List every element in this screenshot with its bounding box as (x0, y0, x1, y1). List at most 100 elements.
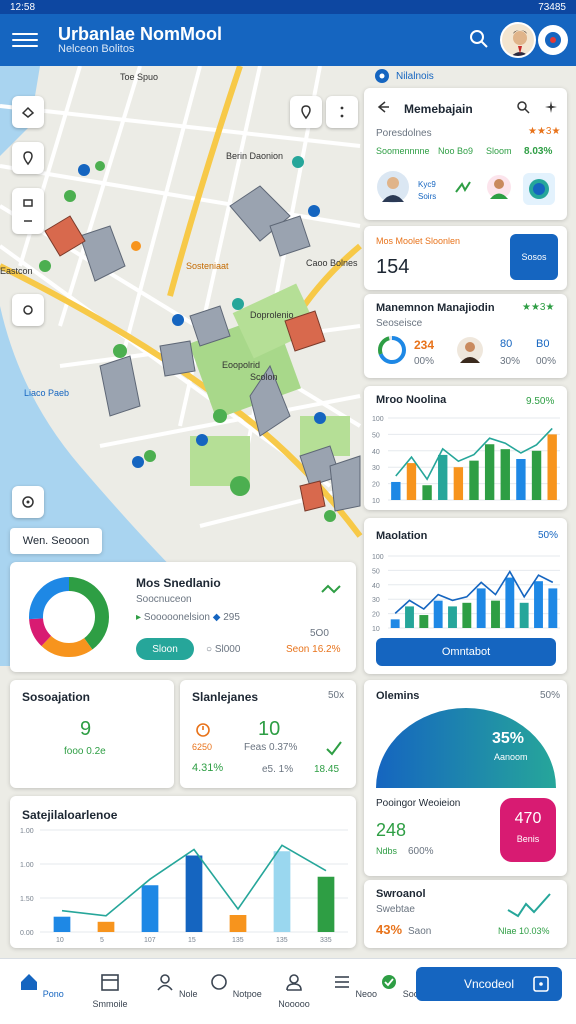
nav-label: Nole (179, 989, 198, 999)
location-pin-icon (23, 151, 33, 166)
management-subvalue-2: 30% (500, 356, 521, 367)
chart1-title: Mroo Noolina (376, 394, 447, 406)
menu-icon[interactable] (12, 27, 38, 53)
zoom-out-icon[interactable] (21, 216, 35, 226)
donut-card-row-value: 295 (223, 612, 240, 623)
bar (141, 885, 159, 932)
check-icon (326, 741, 342, 756)
app-bar: Urbanlae NomMool Nelceon Bolitos (0, 14, 576, 66)
management-subvalue-1: 00% (414, 356, 435, 367)
stat-card-a-title: Sosoajation (22, 690, 91, 704)
member-stat-2: Noo Bo9 (438, 146, 474, 156)
y-tick-label: 40 (372, 449, 380, 456)
chart3-title: Satejilaloarlenoe (22, 808, 118, 822)
target-icon (22, 496, 34, 508)
trend-line (394, 570, 554, 614)
bar (547, 434, 557, 500)
area-pill[interactable]: Wen. Seooon (10, 528, 102, 554)
stat-card-b-left1: 6250 (192, 742, 213, 752)
zoom-in-icon[interactable] (21, 196, 35, 210)
member-stat-4: 8.03% (524, 146, 553, 157)
donut-card-metric-label: Seon 16.2% (286, 644, 341, 655)
bar (462, 602, 472, 628)
summary-subtitle: Swebtae (376, 904, 415, 915)
member-card-title: Memebajain (404, 102, 473, 116)
bar (534, 581, 543, 628)
navigation-button[interactable] (12, 294, 44, 326)
sparkle-icon[interactable] (544, 100, 558, 114)
metric-card-button[interactable]: Sosos (510, 234, 558, 280)
x-tick-label: 135 (276, 937, 288, 944)
y-tick-label: 20 (372, 612, 380, 619)
search-icon[interactable] (516, 100, 530, 114)
chat-button[interactable] (538, 25, 568, 55)
management-card: Manemnon Manajiodin ★★3★ Seoseisce 234 0… (364, 294, 567, 378)
layers-icon (21, 106, 35, 118)
list-icon (334, 976, 349, 988)
nav-label: Notpoe (232, 989, 262, 999)
layers-button[interactable] (12, 96, 44, 128)
x-tick-label: 135 (232, 937, 244, 944)
primary-action-button[interactable]: Vncodeol (416, 967, 562, 1001)
zoom-control[interactable] (12, 188, 44, 234)
pin-icon (301, 105, 311, 120)
member-row-label-1: Kyc9 (418, 180, 436, 189)
olemins-badge[interactable]: 470 Benis (500, 798, 556, 862)
location-button[interactable] (12, 142, 44, 174)
bar (53, 916, 71, 932)
nav-menu[interactable]: Neoo (326, 971, 382, 999)
map-label: Berin Daonion (226, 151, 283, 161)
bar (419, 615, 429, 628)
location-badge-icon (375, 69, 389, 83)
donut-card-radio[interactable]: ○ Sl000 (206, 644, 240, 655)
recenter-button[interactable] (12, 486, 44, 518)
back-arrow-icon[interactable] (376, 100, 390, 114)
bar (531, 450, 542, 500)
bar (484, 444, 495, 500)
chart2-button[interactable]: Omntabot (376, 638, 556, 666)
primary-action-label: Vncodeol (463, 977, 515, 991)
nav-notes[interactable]: Nole (148, 971, 204, 999)
member-avatar-2[interactable] (486, 174, 512, 200)
bar (438, 454, 448, 500)
olemins-value-pct: 600% (408, 846, 434, 857)
bar-chart-3: 1.00 1.00 1.50 0.00 10 5 107 15 135 135 335 (20, 828, 348, 944)
member-stat-3: Sloom (486, 146, 512, 156)
metric-card-value: 154 (376, 256, 410, 278)
gauge-chart (376, 708, 556, 788)
home-icon (21, 974, 38, 990)
bar-chart-card-1: Mroo Noolina 9.50% 100 50 40 30 20 10 (364, 386, 567, 510)
member-avatar[interactable] (376, 170, 410, 204)
status-bar: 12:58 73485 (0, 0, 576, 14)
management-avatar[interactable] (456, 336, 484, 364)
stat-card-a-sub: fooo 0.2e (64, 746, 106, 757)
nav-schedule[interactable]: Smmoile (82, 971, 138, 1009)
member-avatar-3[interactable] (522, 172, 556, 206)
shield-check-icon (382, 975, 397, 989)
donut-card-metric: 5O0 (310, 628, 329, 639)
metric-card-label: Mos Moolet Sloonlen (376, 236, 461, 246)
management-value-1: 234 (414, 338, 435, 352)
nav-home[interactable]: Pono (13, 971, 69, 999)
pin-button[interactable] (290, 96, 322, 128)
nav-profile[interactable]: Nooooo (266, 971, 322, 1009)
donut-card-button[interactable]: Sloon (136, 638, 194, 660)
x-tick-label: 10 (56, 937, 64, 944)
bar-chart-2: 100 50 40 30 20 10 (372, 554, 560, 633)
y-tick-label: 100 (372, 554, 384, 561)
donut-card-row-label: Sooooonelsion (143, 612, 210, 623)
management-subvalue-3: 00% (536, 356, 557, 367)
person-icon (157, 974, 174, 991)
more-button[interactable] (326, 96, 358, 128)
map-label: Sosteniaat (186, 261, 229, 271)
search-icon[interactable] (468, 28, 490, 50)
chart2-title: Maolation (376, 530, 428, 542)
avatar[interactable] (500, 22, 536, 58)
x-tick-label: 15 (188, 937, 196, 944)
refresh-icon[interactable] (320, 582, 342, 598)
donut-chart (29, 577, 109, 657)
status-indicators: 73485 (538, 1, 566, 13)
y-tick-label: 20 (372, 482, 380, 489)
nav-label: Nooooo (278, 999, 310, 1009)
nav-notepad[interactable]: Notpoe (207, 971, 263, 999)
